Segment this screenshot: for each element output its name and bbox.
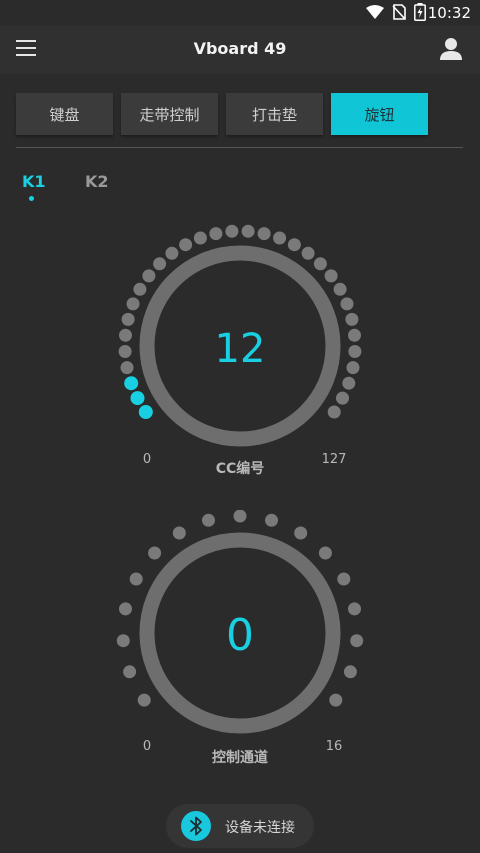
- cc-knob-dot: [153, 257, 167, 271]
- cc-knob-dot: [133, 282, 147, 296]
- channel-knob-dot: [129, 572, 143, 586]
- user-profile-icon[interactable]: [438, 36, 464, 62]
- channel-knob-dot: [329, 693, 343, 707]
- battery-charging-icon: [414, 3, 426, 21]
- cc-knob-dot: [348, 328, 361, 342]
- cc-knob-dot: [324, 269, 338, 283]
- channel-knob-dot: [148, 546, 162, 560]
- channel-knob-dot: [123, 665, 137, 679]
- channel-knob-dot: [116, 634, 130, 648]
- cc-knob-dot: [225, 224, 239, 238]
- channel-knob-dot: [350, 634, 364, 648]
- tab-drum-pad[interactable]: 打击垫: [226, 93, 323, 135]
- channel-knob-dot: [233, 510, 247, 523]
- bluetooth-icon: [190, 816, 202, 836]
- cc-label: CC编号: [216, 460, 265, 477]
- channel-knob-dot: [348, 602, 361, 616]
- cc-knob-dot: [165, 246, 179, 260]
- channel-knob-dot: [318, 546, 332, 560]
- wifi-icon: [366, 5, 384, 19]
- cc-knob-dot: [346, 361, 360, 375]
- page-title: Vboard 49: [193, 39, 287, 58]
- status-time: 10:32: [427, 4, 471, 22]
- active-knob-indicator: [29, 196, 34, 201]
- channel-min-label: 0: [143, 739, 151, 754]
- tab-transport-control[interactable]: 走带控制: [121, 93, 218, 135]
- cc-knob-dot: [327, 405, 341, 419]
- cc-knob-dot: [119, 328, 132, 342]
- channel-knob-dot: [119, 602, 132, 616]
- cc-knob-dot: [342, 376, 356, 390]
- cc-knob-dot: [257, 227, 271, 241]
- status-bar: 10:32: [0, 0, 480, 26]
- cc-knob-dot: [345, 312, 359, 326]
- cc-knob-dot: [348, 345, 362, 358]
- cc-knob-dot: [120, 361, 134, 375]
- channel-knob-dot: [172, 526, 186, 540]
- cc-knob-dot-lit: [130, 391, 145, 406]
- cc-knob-dot: [241, 224, 255, 238]
- cc-knob-dot: [287, 238, 301, 252]
- bluetooth-status-button[interactable]: 设备未连接: [166, 804, 314, 848]
- cc-max-label: 127: [322, 452, 347, 467]
- mode-tabs: 键盘 走带控制 打击垫 旋钮: [16, 93, 463, 135]
- cc-knob-dot: [333, 282, 347, 296]
- cc-knob-dot: [179, 238, 193, 252]
- cc-value: 12: [215, 326, 266, 372]
- cc-number-knob[interactable]: 12 0 127 CC编号: [0, 220, 480, 480]
- cc-knob-dot: [301, 246, 315, 260]
- cc-knob-dot: [273, 231, 287, 245]
- channel-knob-dot: [202, 513, 215, 527]
- knob-tab-k1[interactable]: K1: [22, 172, 46, 191]
- channel-value: 0: [226, 610, 254, 661]
- channel-knob-dot: [294, 526, 308, 540]
- cc-knob-dot-lit: [138, 405, 153, 419]
- channel-label: 控制通道: [212, 749, 268, 766]
- cc-knob-dot: [340, 297, 354, 311]
- cc-min-label: 0: [143, 452, 151, 467]
- channel-knob-dot: [137, 693, 151, 707]
- cc-knob-dot: [209, 227, 223, 241]
- channel-knob-dot: [265, 513, 278, 527]
- cc-knob-dot: [126, 297, 140, 311]
- no-sim-icon: [392, 4, 406, 20]
- channel-max-label: 16: [326, 739, 343, 754]
- control-channel-knob[interactable]: 0 0 16 控制通道: [0, 510, 480, 770]
- channel-knob-dot: [343, 665, 357, 679]
- cc-knob-dot: [118, 345, 132, 358]
- tab-knob[interactable]: 旋钮: [331, 93, 428, 135]
- tab-keyboard[interactable]: 键盘: [16, 93, 113, 135]
- cc-knob-dot: [193, 231, 207, 245]
- cc-knob-dot: [313, 257, 327, 271]
- cc-knob-dot: [121, 312, 135, 326]
- bluetooth-icon-badge: [181, 811, 211, 841]
- channel-knob-dot: [337, 572, 351, 586]
- divider: [16, 147, 463, 148]
- app-bar: Vboard 49: [0, 26, 480, 74]
- bluetooth-status-text: 设备未连接: [225, 820, 295, 836]
- cc-knob-dot: [142, 269, 156, 283]
- knob-tab-k2[interactable]: K2: [85, 172, 109, 191]
- cc-knob-dot: [336, 391, 349, 405]
- cc-knob-dot-lit: [124, 376, 139, 391]
